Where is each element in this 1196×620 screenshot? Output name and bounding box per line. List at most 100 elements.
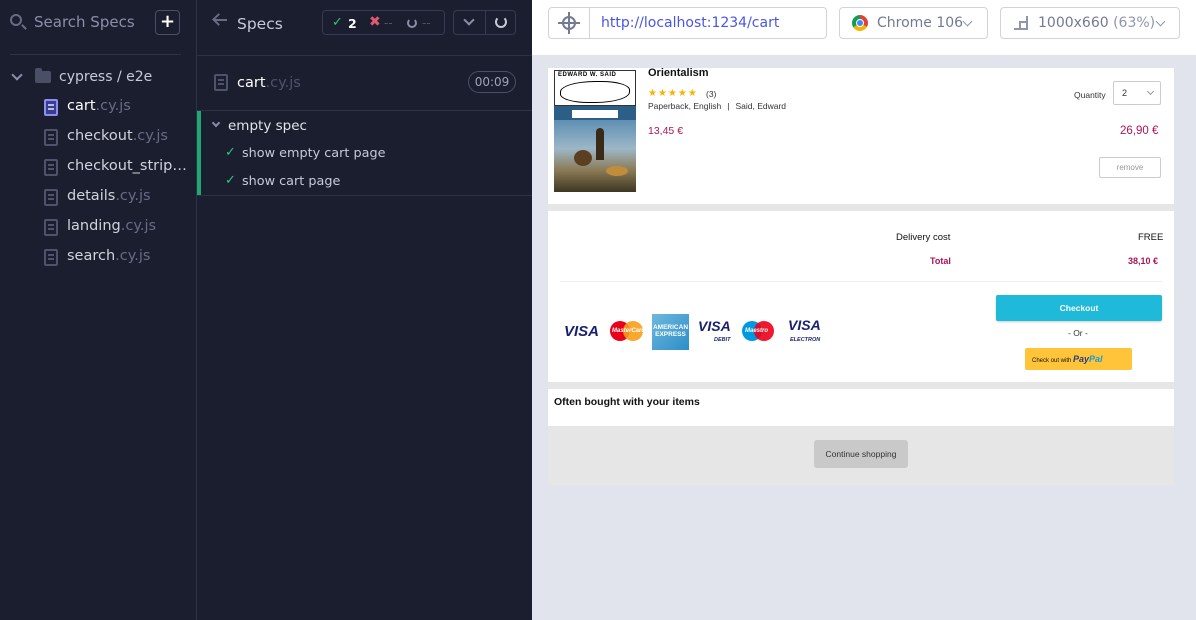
test-row[interactable]: ✓ show cart page xyxy=(197,170,532,192)
browser-select[interactable]: Chrome 106 xyxy=(839,7,988,39)
spec-item-search[interactable]: search.cy.js xyxy=(0,246,197,270)
or-separator: - Or - xyxy=(1068,328,1088,338)
line-price: 26,90 € xyxy=(1120,125,1159,137)
rating-count: (3) xyxy=(706,89,717,99)
pending-icon xyxy=(407,18,417,28)
test-label: show empty cart page xyxy=(242,146,386,161)
cover-author: EDWARD W. SAID xyxy=(558,72,617,78)
collapse-specs-icon[interactable] xyxy=(215,19,227,21)
app-under-test: EDWARD W. SAID Orientalism ★★★★★ (3) Pap… xyxy=(548,68,1174,485)
running-spec-header: cart.cy.js 00:09 xyxy=(197,68,532,98)
spec-item-label: checkout.cy.js xyxy=(67,128,168,144)
divider xyxy=(197,55,532,56)
product-title[interactable]: Orientalism xyxy=(648,68,709,79)
spec-item-landing[interactable]: landing.cy.js xyxy=(0,216,197,240)
chevron-down-icon xyxy=(211,118,221,128)
book-cover-image[interactable]: EDWARD W. SAID xyxy=(554,70,636,192)
spec-item-details[interactable]: details.cy.js xyxy=(0,186,197,210)
folder-label: cypress / e2e xyxy=(59,69,153,85)
often-bought-card: Often bought with your items xyxy=(548,389,1174,426)
quantity-select[interactable]: 2 xyxy=(1113,81,1161,105)
chevron-down-icon xyxy=(11,69,23,81)
suite-row[interactable]: empty spec xyxy=(197,116,532,136)
visa-electron-logo: VISA xyxy=(788,317,821,333)
check-icon: ✓ xyxy=(332,15,343,30)
continue-shopping-button[interactable]: Continue shopping xyxy=(814,440,908,468)
cover-band xyxy=(572,110,618,118)
chevron-down-icon xyxy=(1155,16,1166,27)
check-icon: ✓ xyxy=(225,145,236,160)
mastercard-text: MasterCard xyxy=(612,328,646,334)
collapse-all-button[interactable] xyxy=(463,14,475,26)
checkout-button[interactable]: Checkout xyxy=(996,295,1162,321)
amex-logo: AMERICAN EXPRESS xyxy=(652,314,689,350)
spec-item-label: cart.cy.js xyxy=(67,98,131,114)
unit-price: 13,45 € xyxy=(648,125,684,137)
search-icon xyxy=(10,14,22,26)
cover-figure xyxy=(574,150,592,166)
folder-cypress-e2e[interactable]: cypress / e2e xyxy=(0,67,197,89)
search-specs-row[interactable]: Search Specs + xyxy=(0,0,197,46)
visa-electron-sub: ELECTRON xyxy=(790,337,821,343)
spec-item-label: search.cy.js xyxy=(67,248,151,264)
delivery-cost-label: Delivery cost xyxy=(896,232,951,243)
search-specs-input[interactable]: Search Specs xyxy=(34,13,135,31)
pending-count: -- xyxy=(422,16,431,30)
paypal-logo: PayPal xyxy=(1073,354,1103,364)
app-preview: http://localhost:1234/cart Chrome 106 10… xyxy=(532,0,1196,620)
suite-label: empty spec xyxy=(228,118,307,134)
document-icon xyxy=(44,249,58,266)
url-field[interactable]: http://localhost:1234/cart xyxy=(589,7,827,39)
test-row[interactable]: ✓ show empty cart page xyxy=(197,142,532,164)
selector-playground-button[interactable] xyxy=(548,7,590,39)
document-icon xyxy=(44,219,58,236)
divider xyxy=(560,281,1162,282)
reload-icon[interactable] xyxy=(495,16,507,28)
viewport-select[interactable]: 1000x660 (63%) xyxy=(1000,7,1180,39)
viewport-icon xyxy=(1014,16,1028,30)
cross-icon: ✖ xyxy=(369,14,381,30)
passed-count: 2 xyxy=(348,16,357,31)
cover-title-area: EDWARD W. SAID xyxy=(554,70,636,106)
visa-debit-logo: VISA xyxy=(698,318,731,334)
runner-panel: Specs ✓ 2 ✖ -- -- cart.cy.js 00:09 empty… xyxy=(197,0,532,620)
divider xyxy=(197,195,532,196)
crosshair-icon xyxy=(558,12,580,34)
spec-item-checkout[interactable]: checkout.cy.js xyxy=(0,126,197,150)
spec-item-label: landing.cy.js xyxy=(67,218,157,234)
add-spec-button[interactable]: + xyxy=(155,10,180,35)
order-summary-card: Delivery cost FREE Total 38,10 € VISA Ma… xyxy=(548,211,1174,382)
duration-badge: 00:09 xyxy=(468,71,516,93)
document-icon xyxy=(44,189,58,206)
cover-figure xyxy=(596,128,604,160)
total-value: 38,10 € xyxy=(1128,256,1159,266)
visa-logo: VISA xyxy=(564,323,600,340)
runner-controls xyxy=(453,10,516,35)
paypal-checkout-button[interactable]: Check out with PayPal xyxy=(1025,348,1132,370)
folder-icon xyxy=(35,68,51,83)
browser-label: Chrome 106 xyxy=(877,15,964,31)
total-label: Total xyxy=(930,256,951,266)
cover-art xyxy=(554,120,636,192)
preview-toolbar: http://localhost:1234/cart Chrome 106 10… xyxy=(532,0,1196,55)
document-icon xyxy=(214,74,228,91)
specs-panel: Search Specs + cypress / e2e cart.cy.js … xyxy=(0,0,197,620)
running-spec-name: cart.cy.js xyxy=(237,75,301,91)
spec-item-checkout-stripe[interactable]: checkout_stripe... xyxy=(0,156,197,180)
spec-item-label: checkout_stripe... xyxy=(67,158,191,174)
test-stats: ✓ 2 ✖ -- -- xyxy=(322,10,445,35)
spec-item-cart[interactable]: cart.cy.js xyxy=(0,96,197,120)
cover-figure xyxy=(606,166,628,176)
chevron-down-icon xyxy=(962,16,973,27)
suite-block: empty spec ✓ show empty cart page ✓ show… xyxy=(197,111,532,195)
viewport-label: 1000x660 (63%) xyxy=(1038,15,1156,31)
test-label: show cart page xyxy=(242,174,341,189)
runner-title[interactable]: Specs xyxy=(237,15,283,33)
payment-logos: VISA MasterCard AMERICAN EXPRESS VISA DE… xyxy=(562,312,832,352)
maestro-text: Maestro xyxy=(745,328,769,334)
document-icon xyxy=(44,129,58,146)
remove-button[interactable]: remove xyxy=(1099,157,1161,178)
failed-count: -- xyxy=(384,16,393,30)
star-rating: ★★★★★ xyxy=(648,88,698,99)
divider xyxy=(485,11,486,34)
